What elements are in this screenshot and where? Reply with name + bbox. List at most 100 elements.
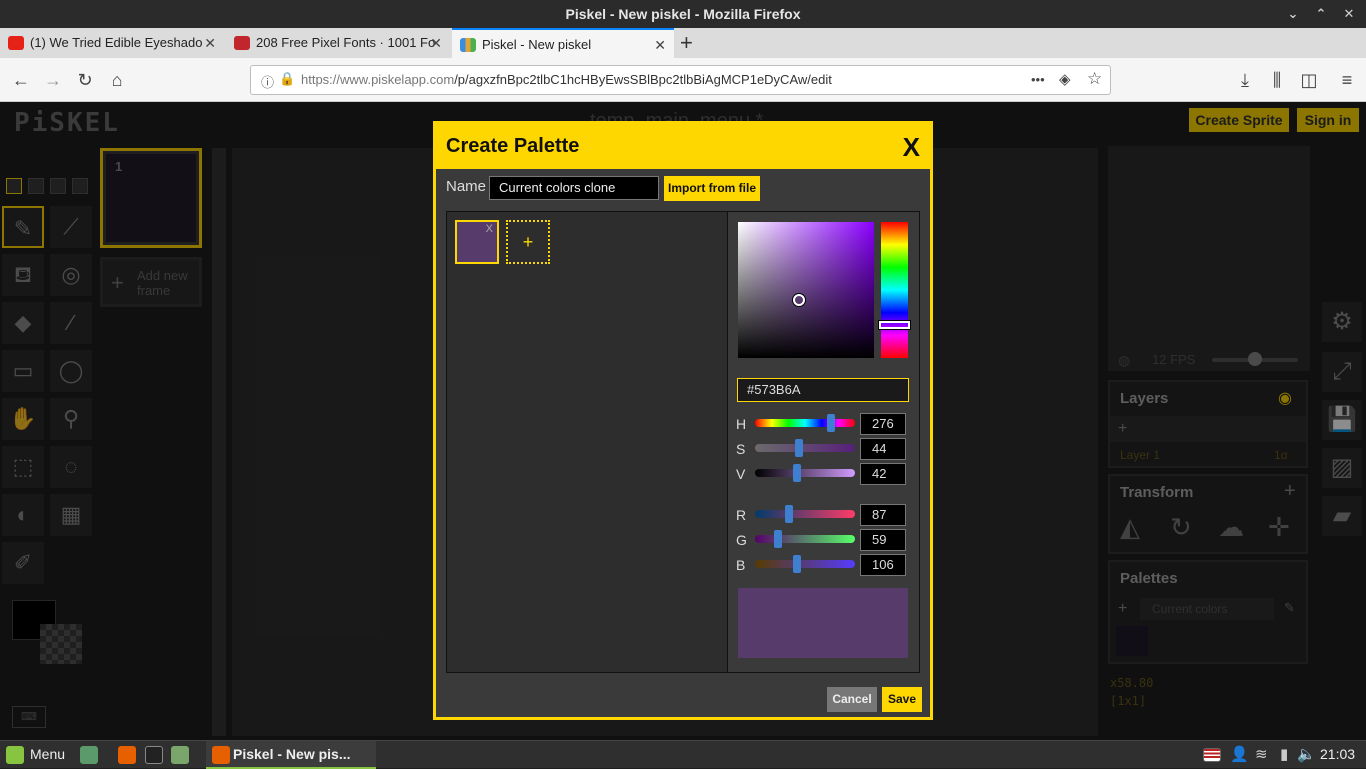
red-slider[interactable] xyxy=(755,505,855,523)
green-value-input[interactable]: 59 xyxy=(860,529,906,551)
hue-slider[interactable] xyxy=(755,414,855,432)
fonts-favicon-icon xyxy=(234,36,250,50)
green-slider[interactable] xyxy=(755,530,855,548)
saturation-label: S xyxy=(736,441,746,457)
dialog-body: Name Current colors clone Import from fi… xyxy=(436,169,930,717)
pocket-icon[interactable]: ◈ xyxy=(1059,70,1071,88)
bookmark-star-icon[interactable]: ☆ xyxy=(1087,69,1102,89)
cancel-button[interactable]: Cancel xyxy=(827,687,877,712)
tab-bar: (1) We Tried Edible Eyeshado ✕ 208 Free … xyxy=(0,28,1366,58)
taskbar-window-piskel[interactable]: Piskel - New pis... xyxy=(206,741,376,769)
firefox-window-icon xyxy=(212,746,230,764)
palette-swatch-list: X + xyxy=(446,211,728,673)
hue-label: H xyxy=(736,416,747,432)
volume-icon[interactable]: 🔈 xyxy=(1297,745,1316,763)
url-path: /p/agxzfnBpc2tlbC1hcHByEwsSBlBpc2tlbBiAg… xyxy=(454,72,832,87)
green-label: G xyxy=(736,532,747,548)
taskbar: Menu Piskel - New pis... 👤 ≋ ▮ 🔈 21:03 xyxy=(0,740,1366,769)
library-icon[interactable]: ⫼ xyxy=(1264,68,1290,94)
menu-label[interactable]: Menu xyxy=(30,746,65,762)
tab-youtube[interactable]: (1) We Tried Edible Eyeshado ✕ xyxy=(0,28,224,58)
blue-slider-thumb[interactable] xyxy=(793,555,801,573)
tab-piskel[interactable]: Piskel - New piskel ✕ xyxy=(452,28,674,58)
green-slider-thumb[interactable] xyxy=(774,530,782,548)
remove-swatch-icon[interactable]: X xyxy=(486,223,493,235)
tab-close-icon[interactable]: ✕ xyxy=(430,28,442,58)
hue-cursor[interactable] xyxy=(879,321,910,329)
tab-label: (1) We Tried Edible Eyeshado xyxy=(30,35,203,50)
tab-close-icon[interactable]: ✕ xyxy=(654,30,666,58)
red-slider-row: R 87 xyxy=(736,504,908,526)
dialog-title: Create Palette xyxy=(446,135,580,157)
red-label: R xyxy=(736,507,747,523)
tab-pixel-fonts[interactable]: 208 Free Pixel Fonts · 1001 Fo ✕ xyxy=(226,28,450,58)
new-tab-button[interactable]: + xyxy=(680,30,693,56)
value-slider-thumb[interactable] xyxy=(793,464,801,482)
saturation-slider-thumb[interactable] xyxy=(795,439,803,457)
firefox-launcher-icon[interactable] xyxy=(118,746,136,764)
forward-button[interactable]: → xyxy=(40,68,66,94)
palette-swatch[interactable]: X xyxy=(455,220,499,264)
sidebar-icon[interactable]: ◫ xyxy=(1296,68,1322,94)
lock-icon: 🔒 xyxy=(279,71,296,86)
url-bar[interactable]: ⓘ 🔒 https://www.piskelapp.com/p/agxzfnBp… xyxy=(250,65,1111,95)
terminal-launcher-icon[interactable] xyxy=(145,746,163,764)
keyboard-layout-flag-icon[interactable] xyxy=(1203,748,1221,762)
color-preview xyxy=(738,588,908,658)
name-label: Name xyxy=(446,178,487,195)
saturation-value-input[interactable]: 44 xyxy=(860,438,906,460)
value-slider[interactable] xyxy=(755,464,855,482)
blue-slider[interactable] xyxy=(755,555,855,573)
user-icon[interactable]: 👤 xyxy=(1230,745,1249,763)
navigation-bar: ← → ↻ ⌂ ⓘ 🔒 https://www.piskelapp.com/p/… xyxy=(0,58,1366,102)
home-button[interactable]: ⌂ xyxy=(104,68,130,94)
blue-label: B xyxy=(736,557,746,573)
value-slider-row: V 42 xyxy=(736,463,908,485)
battery-icon[interactable]: ▮ xyxy=(1280,745,1288,763)
saturation-slider[interactable] xyxy=(755,439,855,457)
add-swatch-button[interactable]: + xyxy=(506,220,550,264)
hue-slider-thumb[interactable] xyxy=(827,414,835,432)
sv-cursor[interactable] xyxy=(793,294,805,306)
red-value-input[interactable]: 87 xyxy=(860,504,906,526)
window-title: Piskel - New piskel - Mozilla Firefox xyxy=(565,6,801,22)
blue-value-input[interactable]: 106 xyxy=(860,554,906,576)
back-button[interactable]: ← xyxy=(8,68,34,94)
piskel-favicon-icon xyxy=(460,38,476,52)
info-icon[interactable]: ⓘ xyxy=(261,72,274,91)
taskbar-window-label: Piskel - New pis... xyxy=(233,746,351,762)
blue-slider-row: B 106 xyxy=(736,554,908,576)
url-domain: https://www.piskelapp.com xyxy=(301,72,455,87)
window-title-bar: Piskel - New piskel - Mozilla Firefox ⌄ … xyxy=(0,0,1366,28)
palette-name-input[interactable]: Current colors clone xyxy=(489,176,659,200)
saturation-slider-row: S 44 xyxy=(736,438,908,460)
minimize-button[interactable]: ⌄ xyxy=(1278,0,1308,28)
close-window-button[interactable]: ✕ xyxy=(1334,0,1364,28)
page-actions-icon[interactable]: ••• xyxy=(1031,72,1045,87)
files-launcher-icon[interactable] xyxy=(171,746,189,764)
green-slider-row: G 59 xyxy=(736,529,908,551)
reload-button[interactable]: ↻ xyxy=(72,68,98,94)
import-from-file-button[interactable]: Import from file xyxy=(664,176,760,201)
value-label: V xyxy=(736,466,746,482)
maximize-button[interactable]: ⌃ xyxy=(1306,0,1336,28)
hex-color-input[interactable]: #573B6A xyxy=(737,378,909,402)
save-button[interactable]: Save xyxy=(882,687,922,712)
downloads-icon[interactable]: ⤓ xyxy=(1232,68,1258,94)
saturation-value-picker[interactable] xyxy=(738,222,874,358)
mint-menu-icon[interactable] xyxy=(6,746,24,764)
url-text[interactable]: https://www.piskelapp.com/p/agxzfnBpc2tl… xyxy=(301,72,832,87)
hue-bar[interactable] xyxy=(879,222,910,358)
value-value-input[interactable]: 42 xyxy=(860,463,906,485)
clock: 21:03 xyxy=(1320,746,1356,762)
tab-label: Piskel - New piskel xyxy=(482,37,592,52)
hue-value-input[interactable]: 276 xyxy=(860,413,906,435)
red-slider-thumb[interactable] xyxy=(785,505,793,523)
dialog-close-button[interactable]: X xyxy=(903,132,920,163)
color-picker: #573B6A H 276 S 44 V 42 R 87 G 59 B 106 xyxy=(728,211,920,673)
show-desktop-icon[interactable] xyxy=(80,746,98,764)
wifi-icon[interactable]: ≋ xyxy=(1255,745,1268,763)
hamburger-menu-icon[interactable]: ≡ xyxy=(1334,68,1360,94)
tab-close-icon[interactable]: ✕ xyxy=(204,28,216,58)
create-palette-dialog: Create Palette X Name Current colors clo… xyxy=(433,121,933,720)
